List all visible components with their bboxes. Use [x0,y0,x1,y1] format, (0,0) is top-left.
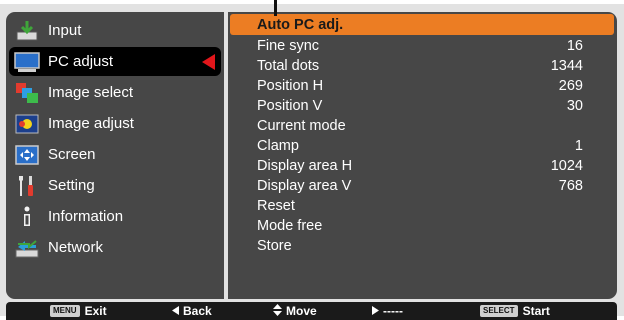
submenu-row-position-v[interactable]: Position V 30 [230,96,614,116]
menu-item-image-select[interactable]: Image select [9,78,221,107]
submenu-row-reset[interactable]: Reset [230,196,614,216]
row-value: 269 [558,78,583,94]
submenu-row-auto-pc-adj[interactable]: Auto PC adj. [230,14,614,35]
row-label: Position V [257,98,323,114]
row-label: Current mode [257,118,346,134]
key-guide-bar: MENU Exit Back Move ----- SELECT Start [6,302,617,320]
row-value: 768 [558,178,583,194]
row-value: 1024 [550,158,583,174]
submenu-row-store[interactable]: Store [230,236,614,256]
menu-item-label: Input [48,22,82,39]
menu-item-label: Setting [48,177,95,194]
submenu-row-current-mode[interactable]: Current mode [230,116,614,136]
row-label: Auto PC adj. [257,16,344,33]
row-label: Fine sync [257,38,320,54]
menu-item-label: Image adjust [48,115,134,132]
submenu-panel: Auto PC adj. Fine sync 16 Total dots 134… [228,12,617,299]
monitor-icon [14,50,40,74]
submenu-row-clamp[interactable]: Clamp 1 [230,136,614,156]
info-icon [14,205,40,229]
network-icon [14,236,40,260]
row-value: 1344 [550,58,583,74]
submenu-row-position-h[interactable]: Position H 269 [230,76,614,96]
select-key-icon: SELECT [480,305,518,317]
menu-item-screen[interactable]: Screen [9,140,221,169]
menu-item-information[interactable]: Information [9,202,221,231]
menu-item-image-adjust[interactable]: Image adjust [9,109,221,138]
image-select-icon [14,81,40,105]
row-label: Display area H [257,158,353,174]
row-value: 1 [574,138,583,154]
wrench-screwdriver-icon [14,174,40,198]
input-icon [14,19,40,43]
menu-item-label: Screen [48,146,96,163]
menu-item-label: Information [48,208,124,225]
menu-item-network[interactable]: Network [9,233,221,262]
row-value: 30 [566,98,583,114]
row-label: Mode free [257,218,323,234]
submenu-row-fine-sync[interactable]: Fine sync 16 [230,36,614,56]
selection-arrow-icon [202,54,215,70]
menu-item-label: Image select [48,84,134,101]
up-down-arrow-icon [273,303,282,319]
menu-item-pc-adjust[interactable]: PC adjust [9,47,221,76]
row-label: Clamp [257,138,299,154]
menu-key-icon: MENU [50,305,80,317]
submenu-row-mode-free[interactable]: Mode free [230,216,614,236]
row-value: 16 [566,38,583,54]
row-label: Store [257,238,292,254]
row-label: Position H [257,78,324,94]
row-label: Total dots [257,58,320,74]
pointer-line [274,0,277,16]
row-label: Display area V [257,178,352,194]
submenu-row-display-area-v[interactable]: Display area V 768 [230,176,614,196]
menu-item-setting[interactable]: Setting [9,171,221,200]
row-label: Reset [257,198,295,214]
menu-item-input[interactable]: Input [9,16,221,45]
submenu-row-display-area-h[interactable]: Display area H 1024 [230,156,614,176]
menu-item-label: Network [48,239,104,256]
menu-item-label: PC adjust [48,53,114,70]
osd-menu-frame: Input PC adjust Image select Image adjus… [0,4,624,320]
screen-icon [14,143,40,167]
main-menu-panel: Input PC adjust Image select Image adjus… [6,12,224,299]
image-adjust-icon [14,112,40,136]
submenu-row-total-dots[interactable]: Total dots 1344 [230,56,614,76]
